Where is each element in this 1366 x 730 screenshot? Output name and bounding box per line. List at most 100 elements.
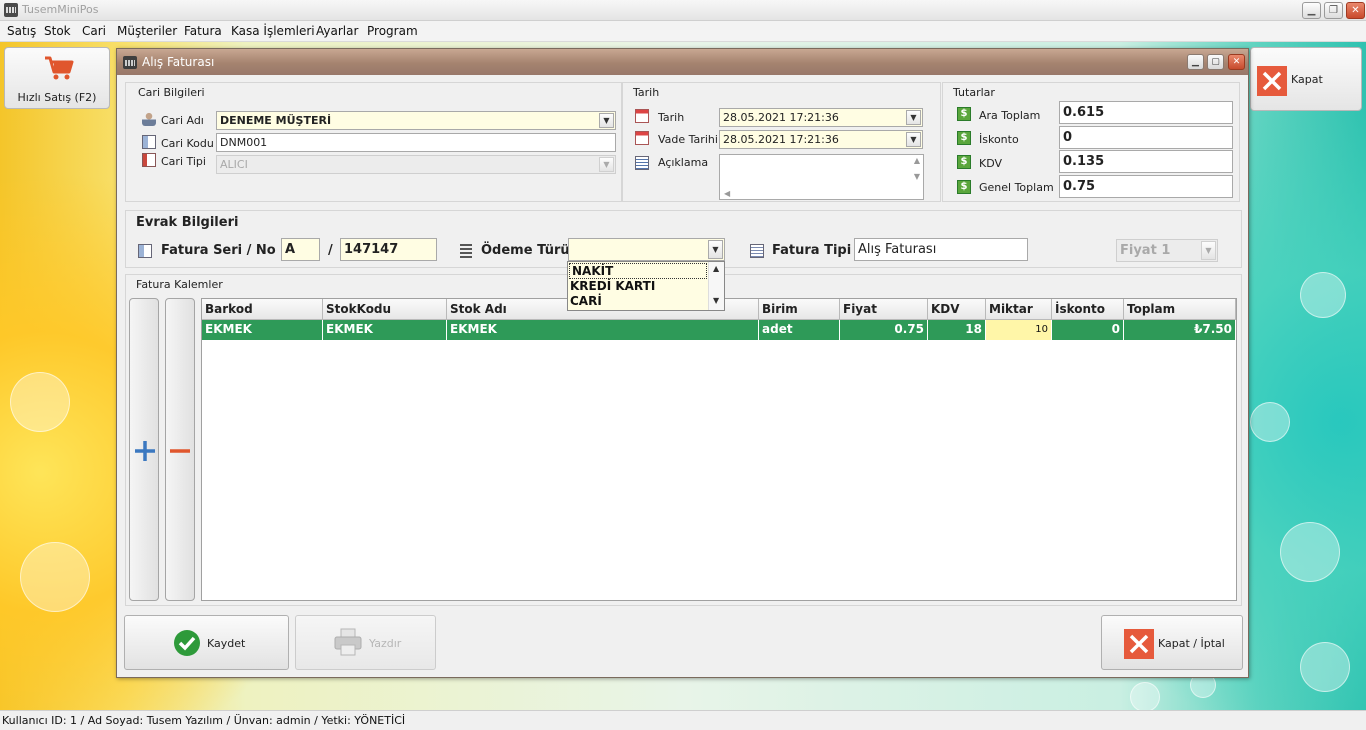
cari-name-value: DENEME MÜŞTERİ bbox=[220, 114, 332, 127]
cell-miktar[interactable]: 10 bbox=[986, 320, 1052, 340]
scroll-up-icon[interactable]: ▲ bbox=[713, 264, 719, 273]
minus-icon bbox=[170, 449, 190, 453]
id-card-icon bbox=[138, 244, 152, 258]
kdv-field: 0.135 bbox=[1059, 150, 1233, 173]
due-date-picker[interactable]: 28.05.2021 17:21:36 ▼ bbox=[719, 130, 923, 149]
app-icon bbox=[4, 3, 18, 17]
column-header-birim[interactable]: Birim bbox=[759, 299, 840, 320]
cell-barkod[interactable]: EKMEK bbox=[202, 320, 323, 340]
cell-kdv[interactable]: 18 bbox=[928, 320, 986, 340]
column-header-barkod[interactable]: Barkod bbox=[202, 299, 323, 320]
kdv-label: KDV bbox=[979, 157, 1003, 170]
invoice-type-field: Alış Faturası bbox=[854, 238, 1028, 261]
cell-iskonto[interactable]: 0 bbox=[1052, 320, 1124, 340]
discount-label: İskonto bbox=[979, 133, 1019, 146]
cari-group: Cari Bilgileri Cari Adı DENEME MÜŞTERİ ▼… bbox=[125, 82, 622, 202]
cari-type-value: ALICI bbox=[220, 158, 248, 171]
cell-birim[interactable]: adet bbox=[759, 320, 840, 340]
add-row-button[interactable] bbox=[129, 298, 159, 601]
column-header-fiyat[interactable]: Fiyat bbox=[840, 299, 928, 320]
column-header-kdv[interactable]: KDV bbox=[928, 299, 986, 320]
cell-stok-adi[interactable]: EKMEK bbox=[447, 320, 759, 340]
invoice-serial-label: Fatura Seri / No bbox=[161, 243, 276, 258]
calendar-icon bbox=[635, 131, 649, 145]
payment-option-nakit[interactable]: NAKİT bbox=[569, 263, 707, 279]
column-header-toplam[interactable]: Toplam bbox=[1124, 299, 1236, 320]
date-group: Tarih Tarih 28.05.2021 17:21:36 ▼ Vade T… bbox=[622, 82, 941, 202]
close-icon bbox=[1124, 629, 1154, 659]
cari-name-combobox[interactable]: DENEME MÜŞTERİ ▼ bbox=[216, 111, 616, 130]
scroll-left-icon[interactable]: ◀ bbox=[724, 189, 730, 198]
payment-option-kredi-karti[interactable]: KREDİ KARTI bbox=[570, 279, 655, 293]
menu-item-kasa-islemleri[interactable]: Kasa İşlemleri bbox=[231, 24, 315, 38]
date-group-label: Tarih bbox=[633, 86, 660, 99]
cell-fiyat[interactable]: 0.75 bbox=[840, 320, 928, 340]
document-group-label: Evrak Bilgileri bbox=[136, 215, 239, 230]
calendar-icon bbox=[635, 109, 649, 123]
close-cancel-button[interactable]: Kapat / İptal bbox=[1101, 615, 1243, 670]
dropdown-scrollbar[interactable]: ▲ ▼ bbox=[708, 262, 724, 310]
plus-icon bbox=[135, 441, 155, 461]
minimize-button[interactable]: ▁ bbox=[1302, 2, 1321, 19]
chevron-down-icon[interactable]: ▼ bbox=[708, 240, 723, 259]
scroll-up-icon[interactable]: ▲ bbox=[914, 156, 920, 165]
restore-button[interactable]: ❐ bbox=[1324, 2, 1343, 19]
cari-type-label: Cari Tipi bbox=[161, 155, 206, 168]
dialog-title: Alış Faturası bbox=[142, 55, 215, 69]
column-header-iskonto[interactable]: İskonto bbox=[1052, 299, 1124, 320]
dialog-maximize-button[interactable]: ▢ bbox=[1207, 54, 1224, 70]
note-icon bbox=[635, 156, 649, 170]
cari-name-label: Cari Adı bbox=[161, 114, 204, 127]
save-button[interactable]: Kaydet bbox=[124, 615, 289, 670]
menu-item-musteriler[interactable]: Müşteriler bbox=[117, 24, 177, 38]
chevron-down-icon[interactable]: ▼ bbox=[906, 132, 921, 147]
menu-item-cari[interactable]: Cari bbox=[82, 24, 106, 38]
menu-item-stok[interactable]: Stok bbox=[44, 24, 71, 38]
close-icon bbox=[1257, 66, 1287, 96]
cell-toplam[interactable]: ₺7.50 bbox=[1124, 320, 1236, 340]
app-title-bar: TusemMiniPos ▁ ❐ ✕ bbox=[0, 0, 1366, 21]
payment-option-cari[interactable]: CARİ bbox=[570, 294, 602, 308]
payment-type-combobox[interactable]: ▼ bbox=[568, 238, 725, 261]
column-header-stokkodu[interactable]: StokKodu bbox=[323, 299, 447, 320]
dialog-close-button[interactable]: ✕ bbox=[1228, 54, 1245, 70]
column-header-miktar[interactable]: Miktar bbox=[986, 299, 1052, 320]
due-date-label: Vade Tarihi bbox=[658, 133, 718, 146]
remove-row-button[interactable] bbox=[165, 298, 195, 601]
close-app-button[interactable]: ✕ bbox=[1346, 2, 1365, 19]
price-level-combobox: Fiyat 1 ▼ bbox=[1116, 239, 1218, 262]
menu-item-program[interactable]: Program bbox=[367, 24, 418, 38]
book-icon bbox=[142, 153, 156, 167]
chevron-down-icon[interactable]: ▼ bbox=[906, 110, 921, 125]
menu-item-fatura[interactable]: Fatura bbox=[184, 24, 222, 38]
scroll-down-icon[interactable]: ▼ bbox=[914, 172, 920, 181]
dialog-icon bbox=[123, 56, 137, 69]
date-picker[interactable]: 28.05.2021 17:21:36 ▼ bbox=[719, 108, 923, 127]
dialog-minimize-button[interactable]: ▁ bbox=[1187, 54, 1204, 70]
close-shortcut-button[interactable]: Kapat bbox=[1250, 47, 1362, 111]
menu-item-satis[interactable]: Satış bbox=[7, 24, 36, 38]
invoice-items-label: Fatura Kalemler bbox=[136, 278, 223, 291]
chevron-down-icon[interactable]: ▼ bbox=[599, 113, 614, 128]
cari-code-label: Cari Kodu bbox=[161, 137, 214, 150]
document-group: Evrak Bilgileri Fatura Seri / No A / 147… bbox=[125, 210, 1242, 268]
invoice-number-field[interactable]: 147147 bbox=[340, 238, 437, 261]
cari-code-field[interactable]: DNM001 bbox=[216, 133, 616, 152]
status-bar: Kullanıcı ID: 1 / Ad Soyad: Tusem Yazılı… bbox=[0, 710, 1366, 730]
print-label: Yazdır bbox=[369, 637, 402, 650]
payment-type-dropdown-list: NAKİT KREDİ KARTI CARİ ▲ ▼ bbox=[567, 261, 725, 311]
discount-field: 0 bbox=[1059, 126, 1233, 149]
id-card-icon bbox=[142, 135, 156, 149]
print-button[interactable]: Yazdır bbox=[295, 615, 436, 670]
edit-icon bbox=[750, 244, 764, 258]
close-shortcut-label: Kapat bbox=[1291, 73, 1323, 86]
invoice-serial-field[interactable]: A bbox=[281, 238, 320, 261]
subtotal-field: 0.615 bbox=[1059, 101, 1233, 124]
note-textarea[interactable]: ▲ ▼ ◀ bbox=[719, 154, 924, 200]
quick-sale-button[interactable]: Hızlı Satış (F2) bbox=[4, 47, 110, 109]
scroll-down-icon[interactable]: ▼ bbox=[713, 296, 719, 305]
status-text: Kullanıcı ID: 1 / Ad Soyad: Tusem Yazılı… bbox=[2, 714, 406, 727]
menu-bar: Satış Stok Cari Müşteriler Fatura Kasa İ… bbox=[0, 21, 1366, 42]
cell-stokkodu[interactable]: EKMEK bbox=[323, 320, 447, 340]
menu-item-ayarlar[interactable]: Ayarlar bbox=[316, 24, 358, 38]
